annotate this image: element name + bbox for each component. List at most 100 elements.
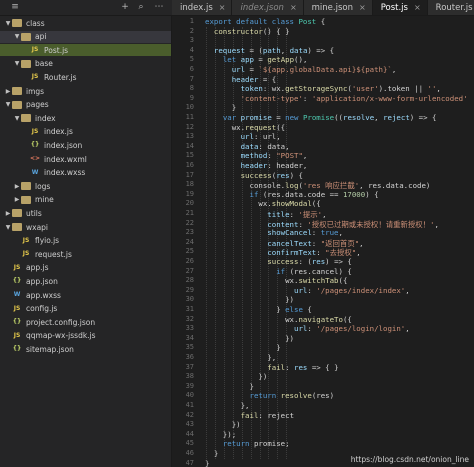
close-icon[interactable]: ×	[219, 3, 226, 12]
code-line[interactable]: },	[205, 353, 276, 362]
code-line[interactable]: }	[205, 459, 209, 467]
code-line[interactable]: if (res.data.code == 17000) {	[205, 190, 379, 199]
code-line[interactable]: },	[205, 401, 250, 410]
code-line[interactable]: header: header,	[205, 161, 308, 170]
code-line[interactable]: data: data,	[205, 142, 290, 151]
folder-item[interactable]: ▼ wxapi	[0, 221, 171, 233]
code-line[interactable]: method: "POST",	[205, 151, 308, 161]
code-token: ) {	[289, 170, 303, 180]
file-item[interactable]: JS Post.js	[0, 44, 171, 57]
chevron-right-icon[interactable]: ▶	[4, 88, 12, 95]
code-line[interactable]: fail: reject	[205, 411, 294, 420]
code-line[interactable]: wx.navigateTo({	[205, 315, 352, 324]
close-icon[interactable]: ×	[414, 3, 421, 12]
code-line[interactable]: return promise;	[205, 439, 290, 448]
code-line[interactable]: token: wx.getStorageSync('user').token |…	[205, 84, 441, 93]
code-token: request	[213, 45, 246, 55]
code-line[interactable]: fail: res => { }	[205, 363, 338, 372]
code-line[interactable]: })	[205, 372, 267, 381]
folder-icon	[21, 32, 31, 41]
folder-item[interactable]: ▼ class	[0, 17, 171, 29]
code-line[interactable]: url = `${app.globalData.api}${path}`,	[205, 65, 397, 74]
code-line[interactable]: url: '/pages/login/login',	[205, 324, 410, 333]
code-line[interactable]: wx.request({	[205, 123, 285, 132]
file-item[interactable]: {} sitemap.json	[0, 343, 171, 355]
chevron-right-icon[interactable]: ▶	[13, 183, 21, 190]
code-editor[interactable]: 1 2 3 4 5 6 7 8 9 10 11 12 13 14 15 16 17 18 19 20 21 22 23 24 2…	[172, 16, 474, 467]
file-item[interactable]: JS app.js	[0, 262, 171, 274]
code-line[interactable]: })	[205, 334, 294, 343]
code-line[interactable]: success(res) {	[205, 171, 303, 180]
file-item[interactable]: JS Router.js	[0, 71, 171, 83]
chevron-down-icon[interactable]: ▼	[13, 33, 21, 40]
code-line[interactable]: header = {	[205, 75, 277, 84]
chevron-down-icon[interactable]: ▼	[4, 101, 12, 108]
file-item[interactable]: Windex.wxss	[0, 167, 171, 179]
code-line[interactable]: success: (res) => {	[205, 257, 352, 266]
code-line[interactable]: }	[205, 343, 280, 352]
tab-router-js[interactable]: Router.js×	[427, 0, 474, 15]
chevron-down-icon[interactable]: ▼	[4, 224, 12, 231]
file-item[interactable]: JS index.js	[0, 126, 171, 138]
code-line[interactable]: showCancel: true,	[205, 228, 343, 237]
chevron-down-icon[interactable]: ▼	[13, 115, 21, 122]
wxss-file-icon: W	[31, 168, 39, 176]
code-line[interactable]: let app = getApp(),	[205, 55, 308, 64]
code-line[interactable]: } else {	[205, 305, 312, 314]
code-line[interactable]: constructor() { }	[205, 27, 290, 36]
chevron-down-icon[interactable]: ▼	[4, 20, 12, 27]
more-icon[interactable]: ⋯	[154, 2, 164, 12]
close-icon[interactable]: ×	[290, 3, 297, 12]
code-line[interactable]: wx.showModal({	[205, 199, 320, 208]
folder-item[interactable]: ▼ pages	[0, 99, 171, 111]
folder-item[interactable]: ▶ imgs	[0, 85, 171, 97]
json-file-icon: {}	[12, 318, 22, 326]
file-item[interactable]: {} project.config.json	[0, 316, 171, 328]
file-item[interactable]: <> index.wxml	[0, 153, 171, 165]
new-file-icon[interactable]: +	[120, 2, 130, 12]
file-item[interactable]: Wapp.wxss	[0, 289, 171, 301]
folder-item[interactable]: ▶ logs	[0, 180, 171, 192]
tab-post-js[interactable]: Post.js ×	[372, 0, 428, 15]
code-line[interactable]: request = (path, data) => {	[205, 46, 334, 55]
code-line[interactable]: 'content-type': 'application/x-www-form-…	[205, 94, 468, 103]
chevron-right-icon[interactable]: ▶	[4, 210, 12, 217]
code-line[interactable]: var promise = new Promise((resolve, reje…	[205, 113, 437, 122]
file-item[interactable]: {} app.json	[0, 275, 171, 287]
folder-item[interactable]: ▶ utils	[0, 207, 171, 219]
file-item[interactable]: JS flyio.js	[0, 235, 171, 247]
code-line[interactable]: }	[205, 103, 236, 112]
code-area[interactable]: export default class Post { constructor(…	[205, 16, 474, 467]
close-icon[interactable]: ×	[359, 3, 366, 12]
file-item[interactable]: JS config.js	[0, 303, 171, 315]
tab-index-json[interactable]: index.json ×	[232, 0, 304, 15]
code-line[interactable]: }	[205, 449, 218, 458]
code-line[interactable]: wx.switchTab({	[205, 276, 347, 285]
tab-mine-json[interactable]: mine.json ×	[303, 0, 373, 15]
code-line[interactable]: }	[205, 382, 253, 391]
code-token: }	[205, 103, 237, 113]
search-icon[interactable]: ⌕	[136, 2, 146, 12]
file-item[interactable]: JS qqmap-wx-jssdk.js	[0, 330, 171, 342]
code-line[interactable]: url: url,	[205, 132, 281, 141]
code-line[interactable]: })	[205, 420, 241, 429]
code-line[interactable]: })	[205, 295, 294, 304]
chevron-down-icon[interactable]: ▼	[13, 60, 21, 67]
code-line[interactable]: export default class Post {	[205, 17, 325, 26]
code-line[interactable]: url: '/pages/index/index',	[205, 286, 410, 295]
file-item[interactable]: {} index.json	[0, 139, 171, 151]
code-token: method	[240, 151, 268, 161]
code-line[interactable]: if (res.cancel) {	[205, 267, 352, 276]
file-item[interactable]: JS request.js	[0, 248, 171, 260]
folder-item[interactable]: ▼ index	[0, 112, 171, 124]
code-line[interactable]: });	[205, 430, 236, 439]
code-token: url	[231, 65, 246, 74]
tab-index-js[interactable]: index.js ×	[172, 0, 233, 15]
folder-item[interactable]: ▶ mine	[0, 194, 171, 206]
code-line[interactable]: return resolve(res)	[205, 391, 335, 400]
folder-item[interactable]: ▼ api	[0, 30, 171, 43]
folder-item[interactable]: ▼ base	[0, 58, 171, 70]
chevron-right-icon[interactable]: ▶	[13, 196, 21, 203]
collapse-icon[interactable]: ≡	[10, 2, 20, 12]
